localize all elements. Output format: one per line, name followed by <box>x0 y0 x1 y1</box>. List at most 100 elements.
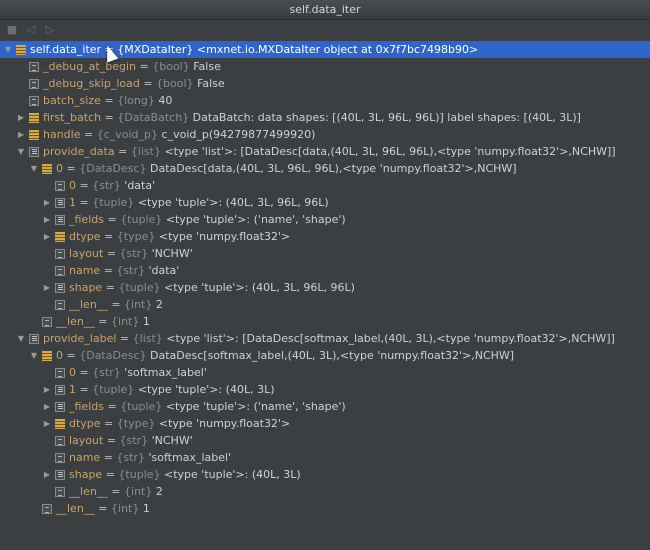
var-type: {tuple} <box>120 400 163 413</box>
row-text: self.data_iter = {MXDataIter} <mxnet.io.… <box>30 43 479 56</box>
row-text: __len__ = {int} 1 <box>56 315 150 328</box>
tree-row[interactable]: ▶ _fields = {tuple} <type 'tuple'>: ('nam… <box>0 211 650 228</box>
tree-row[interactable]: ▶ 1 = {tuple} <type 'tuple'>: (40L, 3L, 9… <box>0 194 650 211</box>
tree-row[interactable]: ▶ dtype = {type} <type 'numpy.float32'> <box>0 228 650 245</box>
object-icon <box>42 351 52 361</box>
forward-icon[interactable]: ▷ <box>43 23 57 37</box>
var-type: {int} <box>124 298 153 311</box>
var-name: layout <box>69 434 104 447</box>
tree-row[interactable]: __len__ = {int} 2 <box>0 296 650 313</box>
var-value: <type 'tuple'>: (40L, 3L, 96L, 96L) <box>137 196 329 209</box>
var-name: _fields <box>69 213 104 226</box>
list-icon <box>55 283 65 293</box>
var-type: {list} <box>132 332 163 345</box>
var-type: {int} <box>111 502 140 515</box>
tree-row[interactable]: ▼ self.data_iter = {MXDataIter} <mxnet.io… <box>0 41 650 58</box>
tree-row[interactable]: name = {str} 'data' <box>0 262 650 279</box>
row-text: 0 = {DataDesc} DataDesc[data,(40L, 3L, 9… <box>56 162 517 175</box>
collapse-arrow-icon[interactable]: ▼ <box>16 143 26 160</box>
tree-row[interactable]: ▶ dtype = {type} <type 'numpy.float32'> <box>0 415 650 432</box>
tree-row[interactable]: 0 = {str} 'data' <box>0 177 650 194</box>
tree-row[interactable]: ▶ first_batch = {DataBatch} DataBatch: da… <box>0 109 650 126</box>
var-name: dtype <box>69 230 101 243</box>
var-type: {DataDesc} <box>79 162 147 175</box>
tree-row[interactable]: ▼ 0 = {DataDesc} DataDesc[softmax_label,(… <box>0 347 650 364</box>
tree-row[interactable]: 0 = {str} 'softmax_label' <box>0 364 650 381</box>
collapse-arrow-icon[interactable]: ▼ <box>29 347 39 364</box>
expand-arrow-icon[interactable]: ▶ <box>42 415 52 432</box>
tree-row[interactable]: ▼ provide_label = {list} <type 'list'>: [… <box>0 330 650 347</box>
var-name: 0 <box>69 366 76 379</box>
row-text: 0 = {str} 'softmax_label' <box>69 366 207 379</box>
tree-row[interactable]: __len__ = {int} 1 <box>0 500 650 517</box>
row-text: 1 = {tuple} <type 'tuple'>: (40L, 3L, 96… <box>69 196 329 209</box>
stop-icon[interactable]: ■ <box>5 23 19 37</box>
var-type: {list} <box>130 145 161 158</box>
object-icon <box>29 113 39 123</box>
var-type: {long} <box>117 94 155 107</box>
var-type: {str} <box>92 366 121 379</box>
expand-arrow-icon[interactable]: ▶ <box>42 228 52 245</box>
back-icon[interactable]: ◁ <box>24 23 38 37</box>
tree-row[interactable]: ▼ provide_data = {list} <type 'list'>: [D… <box>0 143 650 160</box>
expand-arrow-icon[interactable]: ▶ <box>42 398 52 415</box>
expand-arrow-icon[interactable]: ▶ <box>42 211 52 228</box>
expand-arrow-icon[interactable]: ▶ <box>42 381 52 398</box>
field-icon <box>55 368 65 378</box>
var-name: first_batch <box>43 111 102 124</box>
tree-row[interactable]: ▶ shape = {tuple} <type 'tuple'>: (40L, 3… <box>0 466 650 483</box>
var-name: 0 <box>69 179 76 192</box>
tree-row[interactable]: layout = {str} 'NCHW' <box>0 245 650 262</box>
tree-row[interactable]: batch_size = {long} 40 <box>0 92 650 109</box>
var-value: 2 <box>155 298 163 311</box>
var-type: {tuple} <box>92 196 135 209</box>
collapse-arrow-icon[interactable]: ▼ <box>29 160 39 177</box>
var-value: 1 <box>142 502 150 515</box>
var-type: {bool} <box>152 60 190 73</box>
var-name: __len__ <box>69 485 108 498</box>
tree-row[interactable]: _debug_at_begin = {bool} False <box>0 58 650 75</box>
collapse-arrow-icon[interactable]: ▼ <box>3 41 13 58</box>
tree-row[interactable]: __len__ = {int} 1 <box>0 313 650 330</box>
var-type: {str} <box>119 434 149 447</box>
expand-arrow-icon[interactable]: ▶ <box>42 466 52 483</box>
var-name: _debug_at_begin <box>43 60 137 73</box>
var-name: name <box>69 264 101 277</box>
object-icon <box>42 164 52 174</box>
var-type: {DataDesc} <box>79 349 147 362</box>
tree-row[interactable]: ▶ handle = {c_void_p} c_void_p(9427987749… <box>0 126 650 143</box>
expand-arrow-icon[interactable]: ▶ <box>16 109 26 126</box>
var-value: <type 'numpy.float32'> <box>158 417 291 430</box>
field-icon <box>55 181 65 191</box>
tree-row[interactable]: ▶ _fields = {tuple} <type 'tuple'>: ('nam… <box>0 398 650 415</box>
var-name: _debug_skip_load <box>43 77 140 90</box>
var-type: {type} <box>116 230 156 243</box>
row-text: 0 = {str} 'data' <box>69 179 156 192</box>
field-icon <box>55 266 65 276</box>
tree-row[interactable]: __len__ = {int} 2 <box>0 483 650 500</box>
field-icon <box>55 487 65 497</box>
tree-row[interactable]: ▼ 0 = {DataDesc} DataDesc[data,(40L, 3L, … <box>0 160 650 177</box>
var-type: {int} <box>111 315 140 328</box>
row-text: dtype = {type} <type 'numpy.float32'> <box>69 230 291 243</box>
var-type: {type} <box>116 417 156 430</box>
list-icon <box>55 385 65 395</box>
var-name: __len__ <box>56 502 95 515</box>
expand-arrow-icon[interactable]: ▶ <box>42 279 52 296</box>
collapse-arrow-icon[interactable]: ▼ <box>16 330 26 347</box>
var-name: batch_size <box>43 94 101 107</box>
var-value: DataDesc[data,(40L, 3L, 96L, 96L),<type … <box>150 162 517 175</box>
tree-row[interactable]: ▶ shape = {tuple} <type 'tuple'>: (40L, 3… <box>0 279 650 296</box>
window-title: self.data_iter <box>0 0 650 20</box>
tree-row[interactable]: _debug_skip_load = {bool} False <box>0 75 650 92</box>
list-icon <box>55 215 65 225</box>
var-value: 2 <box>155 485 163 498</box>
var-type: {tuple} <box>118 468 161 481</box>
expand-arrow-icon[interactable]: ▶ <box>42 194 52 211</box>
row-text: handle = {c_void_p} c_void_p(94279877499… <box>43 128 316 141</box>
tree-row[interactable]: ▶ 1 = {tuple} <type 'tuple'>: (40L, 3L) <box>0 381 650 398</box>
tree-row[interactable]: layout = {str} 'NCHW' <box>0 432 650 449</box>
tree-row[interactable]: name = {str} 'softmax_label' <box>0 449 650 466</box>
var-name: 1 <box>69 196 76 209</box>
expand-arrow-icon[interactable]: ▶ <box>16 126 26 143</box>
